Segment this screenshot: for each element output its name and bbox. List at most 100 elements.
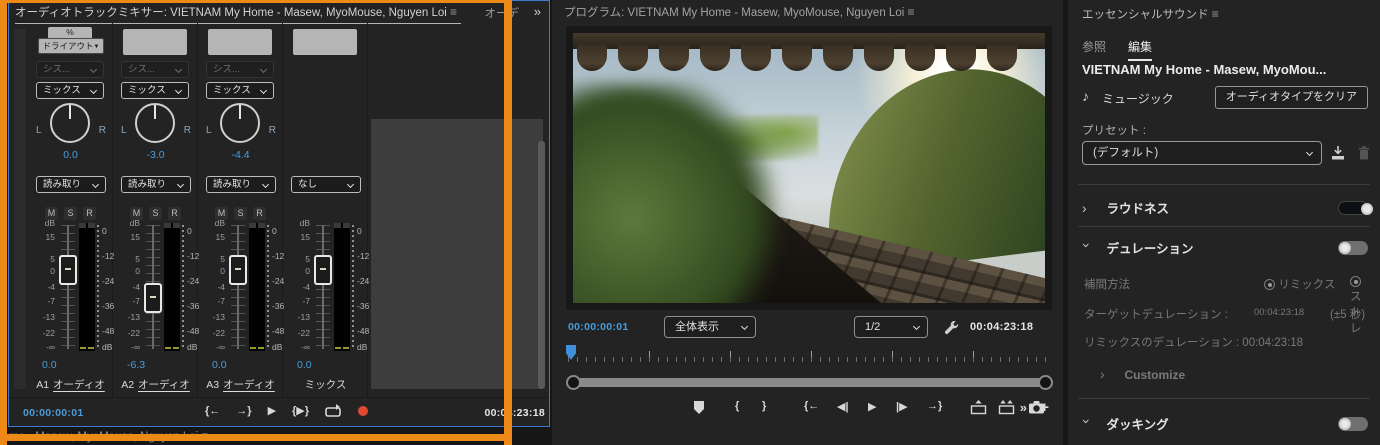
solo-button[interactable]: S: [64, 207, 77, 220]
program-video-viewport[interactable]: [566, 26, 1052, 310]
automation-dropdown[interactable]: 読み取り: [121, 176, 191, 193]
mixer-current-timecode[interactable]: 00:00:00:01: [23, 407, 84, 419]
track-name-editable[interactable]: オーディオ: [53, 379, 105, 391]
fader-value[interactable]: 0.0: [212, 359, 227, 371]
output-dropdown[interactable]: ミックス: [206, 82, 274, 99]
panel-menu-icon[interactable]: ≡: [907, 5, 914, 19]
scrollbar-track[interactable]: [571, 378, 1048, 387]
settings-wrench-icon[interactable]: [944, 320, 959, 335]
panel-menu-icon[interactable]: ≡: [201, 429, 208, 443]
mixer-second-tab[interactable]: オーデ: [485, 5, 520, 21]
fader-track[interactable]: [59, 225, 77, 349]
pan-value[interactable]: -3.0: [113, 149, 198, 161]
mixer-vertical-scrollbar[interactable]: [538, 141, 545, 389]
effect-slot[interactable]: [208, 29, 272, 55]
tab-overflow-icon[interactable]: »: [534, 4, 541, 19]
record-arm-button[interactable]: R: [253, 207, 266, 220]
customize-section-header[interactable]: › Customize: [1082, 366, 1370, 386]
fader-value[interactable]: 0.0: [42, 359, 57, 371]
delete-preset-icon[interactable]: [1356, 145, 1372, 161]
record-arm-button[interactable]: R: [168, 207, 181, 220]
remix-radio[interactable]: リミックス: [1264, 276, 1335, 292]
fader-handle[interactable]: [59, 255, 77, 285]
record-arm-button[interactable]: R: [83, 207, 96, 220]
tab-browse[interactable]: 参照: [1082, 38, 1106, 55]
solo-button[interactable]: S: [234, 207, 247, 220]
record-button[interactable]: [358, 405, 369, 416]
program-scrollbar[interactable]: [566, 375, 1053, 390]
track-name-editable[interactable]: オーディオ: [138, 379, 190, 391]
pan-knob[interactable]: [220, 103, 260, 143]
fader-value[interactable]: -6.3: [127, 359, 145, 371]
scrollbar-right-handle[interactable]: [1038, 375, 1053, 390]
automation-dropdown[interactable]: 読み取り: [36, 176, 106, 193]
solo-button[interactable]: S: [149, 207, 162, 220]
zoom-level-dropdown[interactable]: 全体表示: [664, 316, 756, 338]
sequence-tab-strip[interactable]: me - Masew, MyoMouse, Nguyen Loi ≡: [9, 429, 549, 445]
button-editor-plus[interactable]: +: [1040, 399, 1049, 416]
pan-knob[interactable]: [135, 103, 175, 143]
panel-menu-icon[interactable]: ≡: [1212, 7, 1219, 21]
target-duration-value[interactable]: 00:04:23:18: [1254, 307, 1304, 318]
effect-slot[interactable]: [293, 29, 357, 55]
duration-section-header[interactable]: › デュレーション: [1079, 238, 1370, 258]
output-dropdown[interactable]: ミックス: [36, 82, 104, 99]
expanded-arrow-icon[interactable]: ›: [1079, 243, 1095, 253]
input-dropdown[interactable]: シス...: [36, 61, 104, 78]
add-marker-button[interactable]: [692, 400, 706, 415]
input-dropdown[interactable]: シス...: [121, 61, 189, 78]
panel-menu-icon[interactable]: ≡: [450, 5, 457, 19]
output-dropdown[interactable]: ミックス: [121, 82, 189, 99]
program-current-timecode[interactable]: 00:00:00:01: [568, 321, 629, 333]
extract-button[interactable]: [998, 400, 1015, 415]
duration-toggle[interactable]: [1338, 241, 1368, 255]
collapsed-arrow-icon[interactable]: ›: [1082, 201, 1092, 215]
scrollbar-left-handle[interactable]: [566, 375, 581, 390]
track-name-editable[interactable]: オーディオ: [223, 379, 275, 391]
play-button[interactable]: ▶: [868, 400, 876, 413]
goto-out-button[interactable]: →}: [236, 405, 251, 417]
fader-track[interactable]: [229, 225, 247, 349]
loop-button[interactable]: [325, 403, 342, 418]
pan-knob[interactable]: [50, 103, 90, 143]
automation-dropdown[interactable]: 読み取り: [206, 176, 276, 193]
expanded-arrow-icon[interactable]: ›: [1079, 419, 1095, 429]
fader-track[interactable]: [314, 225, 332, 349]
effect-percent-slot[interactable]: %: [48, 27, 92, 38]
program-tab[interactable]: プログラム: VIETNAM My Home - Masew, MyoMouse…: [564, 4, 915, 20]
fader-handle[interactable]: [314, 255, 332, 285]
play-button[interactable]: ▶: [268, 404, 276, 417]
play-in-to-out-button[interactable]: {▶}: [292, 404, 309, 417]
ducking-toggle[interactable]: [1338, 417, 1368, 431]
loudness-toggle[interactable]: [1338, 201, 1373, 215]
fader-value[interactable]: 0.0: [297, 359, 312, 371]
goto-in-button[interactable]: {←: [804, 400, 819, 412]
tab-edit[interactable]: 編集: [1128, 38, 1153, 61]
goto-out-button[interactable]: →}: [927, 400, 942, 412]
dry-out-dropdown[interactable]: ドライアウト▼: [38, 38, 104, 54]
automation-dropdown[interactable]: なし: [291, 176, 361, 193]
effect-slot[interactable]: [123, 29, 187, 55]
mixer-tab[interactable]: オーディオトラックミキサー: VIETNAM My Home - Masew, …: [15, 4, 462, 24]
loudness-section-header[interactable]: › ラウドネス: [1082, 198, 1373, 218]
goto-in-button[interactable]: {←: [205, 405, 220, 417]
pan-value[interactable]: 0.0: [28, 149, 113, 161]
step-forward-button[interactable]: |▶: [896, 400, 908, 413]
mark-out-button[interactable]: }: [762, 400, 766, 412]
fader-handle[interactable]: [229, 255, 247, 285]
pan-value[interactable]: -4.4: [198, 149, 283, 161]
button-overflow-icon[interactable]: »: [1020, 400, 1027, 415]
fader-handle[interactable]: [144, 283, 162, 313]
program-time-ruler[interactable]: [568, 346, 1053, 362]
playback-resolution-dropdown[interactable]: 1/2: [854, 316, 928, 338]
step-back-button[interactable]: ◀|: [837, 400, 849, 413]
lift-button[interactable]: [970, 400, 987, 415]
ducking-section-header[interactable]: › ダッキング: [1079, 414, 1370, 434]
clear-audio-type-button[interactable]: オーディオタイプをクリア: [1214, 86, 1368, 109]
preset-dropdown[interactable]: (デフォルト): [1082, 141, 1322, 165]
fader-track[interactable]: [144, 225, 162, 349]
mark-in-button[interactable]: {: [735, 400, 739, 412]
save-preset-icon[interactable]: [1330, 145, 1346, 161]
input-dropdown[interactable]: シス...: [206, 61, 274, 78]
collapsed-arrow-icon[interactable]: ›: [1100, 367, 1110, 381]
